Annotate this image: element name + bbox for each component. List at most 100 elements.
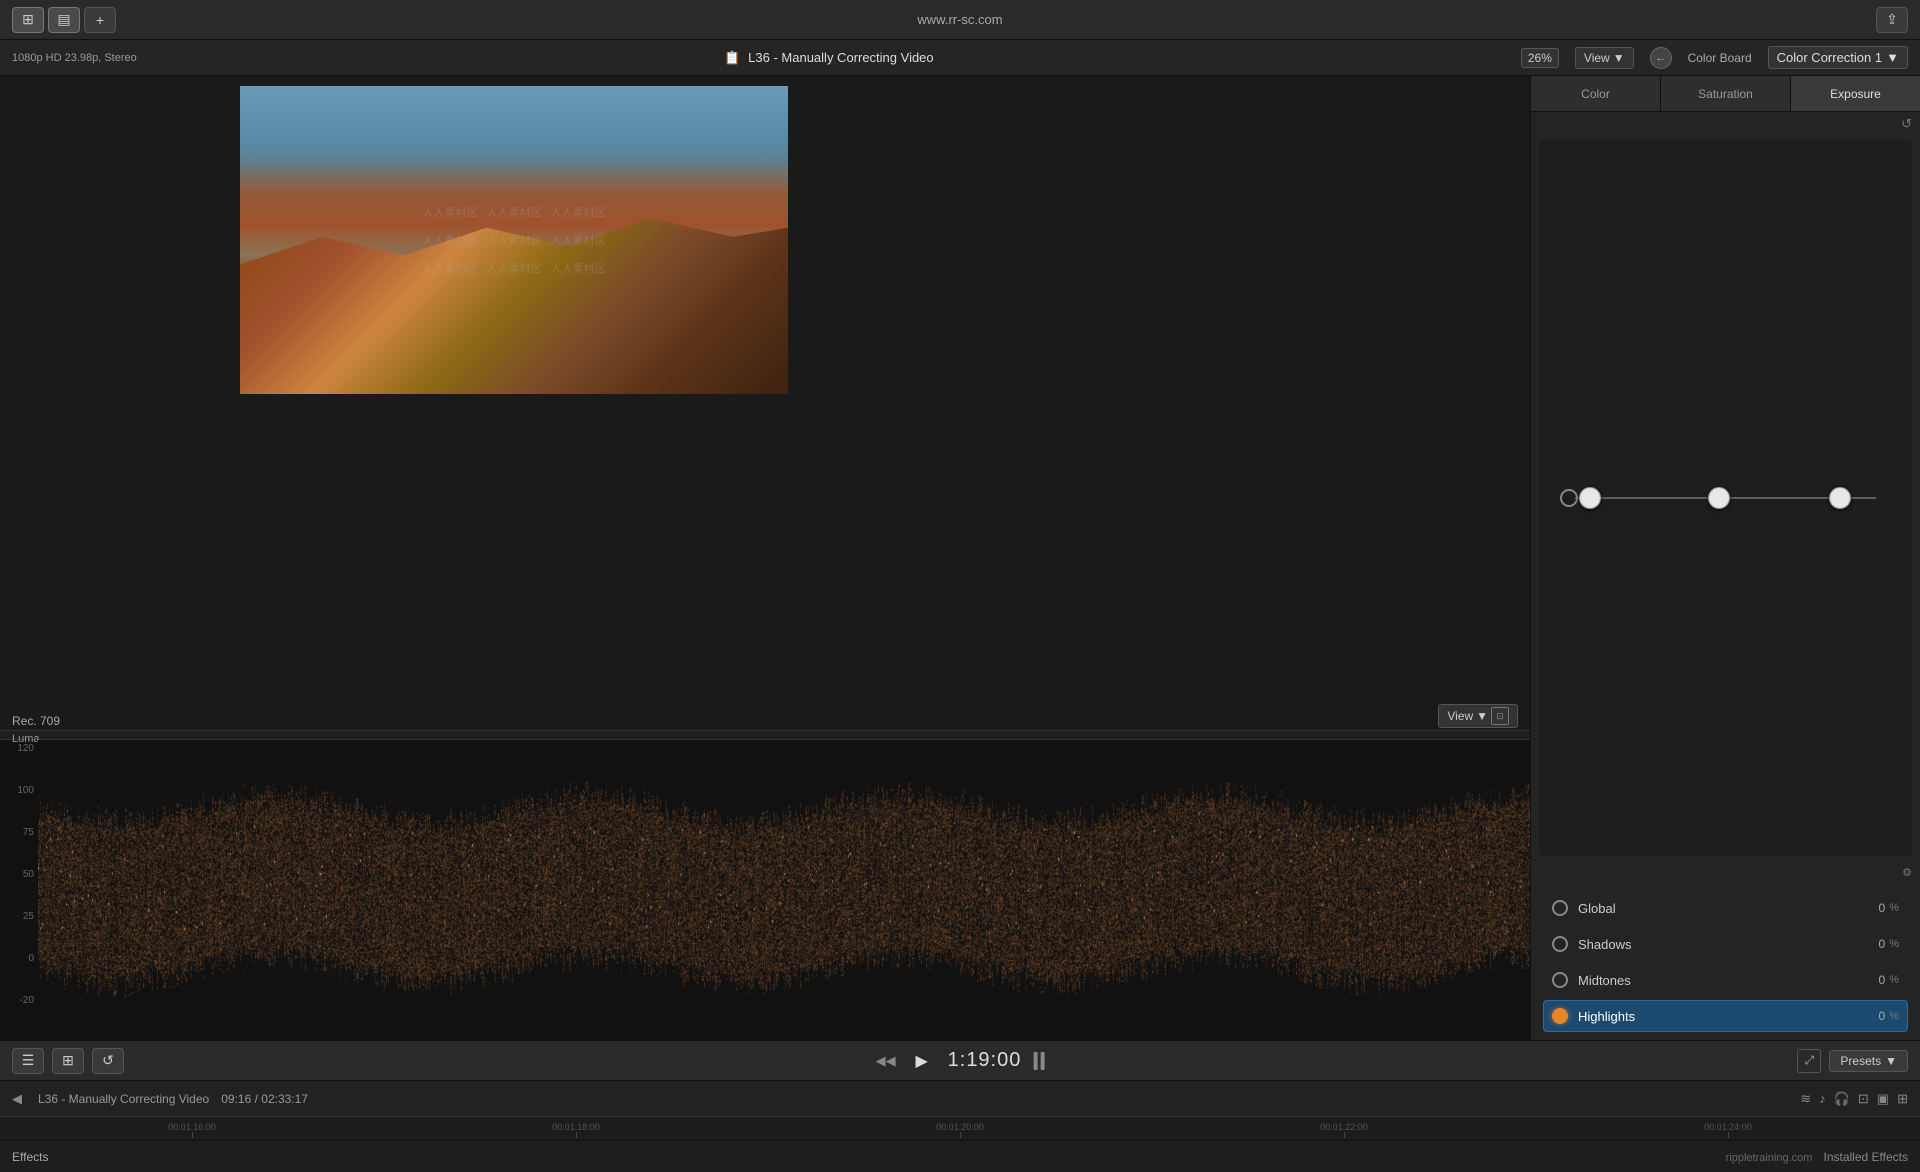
play-button[interactable]: ▶ [908,1047,936,1075]
top-bar-right: ⇪ [1876,7,1908,33]
y-label-0: 0 [0,954,34,964]
pause-button[interactable] [1033,1052,1044,1070]
ruler-label-1: 00:01:16:00 [168,1122,216,1132]
ruler-mark-1: 00:01:16:00 [0,1122,384,1138]
global-dot [1552,900,1568,916]
plus-icon[interactable]: + [84,7,116,33]
global-handle[interactable] [1560,489,1578,507]
pause-bar-1 [1033,1052,1037,1070]
midtones-value: 0 [1879,973,1886,987]
view-button[interactable]: View▼ [1575,47,1634,69]
toolbar-icons: ⊞ ▤ + [12,7,116,33]
puck-row-highlights[interactable]: Highlights 0 % [1543,1000,1908,1032]
media-info: 1080p HD 23.98p, Stereo [12,52,137,64]
puck-row-midtones[interactable]: Midtones 0 % [1543,964,1908,996]
prev-clip-icon[interactable]: ◀ [12,1091,22,1107]
y-label-50: 50 [0,870,34,880]
settings-icon[interactable] [1902,865,1912,879]
waveform-canvas [38,740,1530,1010]
color-tabs: Color Saturation Exposure [1531,76,1920,112]
highlights-slider-handle[interactable] [1829,487,1851,509]
highlights-unit: % [1889,1010,1899,1022]
fullscreen-button[interactable]: ⤢ [1797,1049,1821,1073]
tab-exposure[interactable]: Exposure [1791,76,1920,111]
puck-row-shadows[interactable]: Shadows 0 % [1543,928,1908,960]
chevron-down-icon: ▼ [1886,50,1899,65]
top-bar-left: ⊞ ▤ + [12,7,116,33]
grid-2-icon[interactable]: ▤ [48,7,80,33]
scope-view-button[interactable]: View▼ ⊡ [1438,704,1518,728]
timeline-clip-info: L36 - Manually Correcting Video 09:16 / … [38,1092,308,1106]
ruler-mark-5: 00:01:24:00 [1536,1122,1920,1138]
transport-clip-icon[interactable]: ⊞ [52,1048,84,1074]
global-value: 0 [1879,901,1886,915]
shadows-dot [1552,936,1568,952]
site-url: www.rr-sc.com [917,12,1002,27]
scope-y-axis: 120 100 75 50 25 0 -20 [0,740,38,1010]
midtones-label: Midtones [1578,973,1879,988]
transport-bar: ☰ ⊞ ↺ ◀◀ ▶ 1:19:00 ⤢ Presets ▼ [0,1040,1920,1080]
second-bar: 1080p HD 23.98p, Stereo 📋 L36 - Manually… [0,40,1920,76]
share-icon[interactable]: ⇪ [1876,7,1908,33]
right-panel: Color Saturation Exposure [1530,76,1920,1040]
color-board-label: Color Board [1688,51,1752,65]
tab-color[interactable]: Color [1531,76,1661,111]
transport-loop-icon[interactable]: ↺ [92,1048,124,1074]
monitor-icon[interactable]: ▣ [1877,1091,1889,1107]
installed-effects-label[interactable]: Installed Effects [1824,1150,1909,1164]
transport-menu-icon[interactable]: ☰ [12,1048,44,1074]
midtones-slider-handle[interactable] [1708,487,1730,509]
back-button[interactable]: ← [1650,47,1672,69]
clip-icon[interactable]: ⊡ [1858,1091,1869,1107]
ruler-tick-1 [192,1132,193,1138]
rewind-icon[interactable]: ◀◀ [876,1053,896,1069]
zoom-value[interactable]: 26% [1521,48,1559,68]
ruler-label-3: 00:01:20:00 [936,1122,984,1132]
timecode-display: 1:19:00 [948,1049,1022,1072]
rec-label: Rec. 709 [12,714,60,728]
ruler-marks: 00:01:16:00 00:01:18:00 00:01:20:00 00:0… [0,1117,1920,1140]
shadows-label: Shadows [1578,937,1879,952]
ripple-logo: rippletraining.com Installed Effects [1726,1150,1908,1164]
video-preview: 人人素材区 人人素材区 人人素材区 人人素材区 人人素材区 人人素材区 人人素材… [240,86,788,394]
video-background: 人人素材区 人人素材区 人人素材区 人人素材区 人人素材区 人人素材区 人人素材… [240,86,788,394]
presets-chevron-icon: ▼ [1885,1054,1897,1068]
audio-waveform-icon[interactable]: ≋ [1800,1091,1811,1107]
highlights-value: 0 [1879,1009,1886,1023]
y-label-25: 25 [0,912,34,922]
color-correction-text: Color Correction 1 [1777,50,1883,65]
puck-row-global[interactable]: Global 0 % [1543,892,1908,924]
timeline-bar: ◀ L36 - Manually Correcting Video 09:16 … [0,1080,1920,1116]
clip-title-bar: 📋 L36 - Manually Correcting Video [153,50,1505,66]
ruler-tick-3 [960,1132,961,1138]
grid-4-icon[interactable]: ⊞ [12,7,44,33]
timeline-nav: ◀ [12,1091,22,1107]
rec-label-text: Rec. 709 [12,714,60,728]
ruler-label-5: 00:01:24:00 [1704,1122,1752,1132]
shadows-value: 0 [1879,937,1886,951]
scope-area: Luma 120 100 75 50 25 0 -20 [0,730,1530,1040]
presets-button[interactable]: Presets ▼ [1829,1050,1908,1072]
refresh-icon[interactable] [1901,116,1912,132]
shadows-unit: % [1889,938,1899,950]
ruler-label-2: 00:01:18:00 [552,1122,600,1132]
transport-left: ☰ ⊞ ↺ [12,1048,124,1074]
pip-icon[interactable]: ⊞ [1897,1091,1908,1107]
ruler-mark-3: 00:01:20:00 [768,1122,1152,1138]
tab-saturation[interactable]: Saturation [1661,76,1791,111]
ruler-tick-4 [1344,1132,1345,1138]
color-correction-dropdown[interactable]: Color Correction 1 ▼ [1768,46,1908,69]
y-label-neg20: -20 [0,996,34,1006]
audio-icon[interactable]: ♪ [1819,1091,1826,1106]
global-label: Global [1578,901,1879,916]
watermark: 人人素材区 人人素材区 人人素材区 人人素材区 人人素材区 人人素材区 人人素材… [422,204,605,276]
shadows-slider-handle[interactable] [1579,487,1601,509]
scope-capture-icon[interactable]: ⊡ [1491,707,1509,725]
y-label-120: 120 [0,744,34,754]
exposure-slider-track[interactable] [1575,497,1876,499]
y-label-100: 100 [0,786,34,796]
ruler-tick-5 [1728,1132,1729,1138]
midtones-dot [1552,972,1568,988]
exposure-board [1539,140,1912,856]
headphone-icon[interactable]: 🎧 [1834,1091,1850,1107]
